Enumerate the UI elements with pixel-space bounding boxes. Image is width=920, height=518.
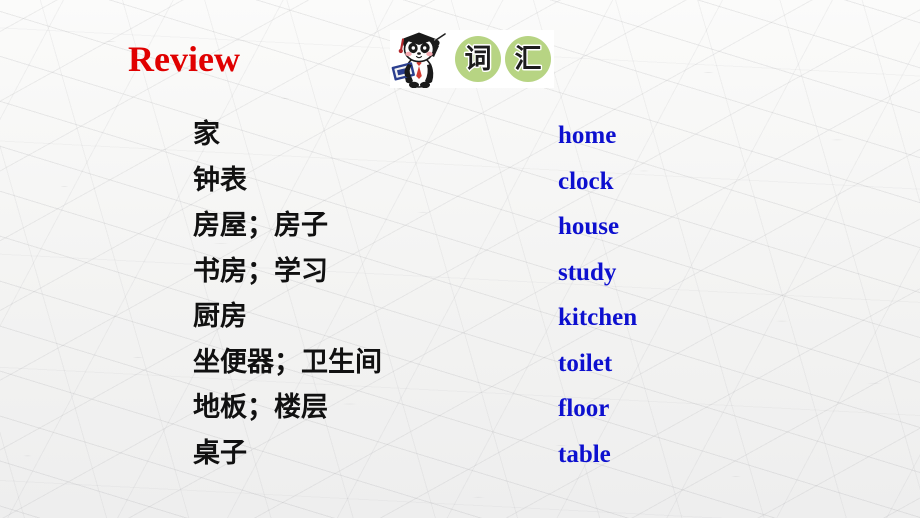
slide-canvas: Review 词 汇 家 home 钟表 clock 房屋；房子 house 书… <box>0 0 920 518</box>
word-row: 书房；学习 study <box>193 255 793 301</box>
word-row: 房屋；房子 house <box>193 209 793 255</box>
word-row: 家 home <box>193 118 793 164</box>
english-word: clock <box>558 167 614 195</box>
vocabulary-graphic: 词 汇 <box>390 30 554 88</box>
panda-teacher-icon <box>391 32 446 88</box>
english-word: study <box>558 258 617 286</box>
english-word: home <box>558 122 617 149</box>
chinese-word: 家 <box>193 119 220 150</box>
chinese-word: 地板；楼层 <box>193 392 328 423</box>
word-row: 厨房 kitchen <box>193 300 793 346</box>
vocabulary-chip-group: 词 汇 <box>455 36 551 82</box>
english-word: house <box>558 213 620 240</box>
word-row: 地板；楼层 floor <box>193 391 793 437</box>
word-row: 桌子 table <box>193 437 793 483</box>
chinese-word: 坐便器；卫生间 <box>193 346 382 378</box>
chinese-word: 书房；学习 <box>193 255 328 287</box>
word-row: 钟表 clock <box>193 164 793 210</box>
chinese-word: 钟表 <box>193 164 247 196</box>
english-word: toilet <box>558 349 613 377</box>
chinese-word: 房屋；房子 <box>193 210 328 241</box>
vocab-chip-char-hui: 汇 <box>513 43 542 75</box>
vocab-chip-char-ci: 词 <box>463 43 492 75</box>
english-word: table <box>558 440 611 468</box>
word-row: 坐便器；卫生间 toilet <box>193 346 793 392</box>
chinese-word: 厨房 <box>193 301 247 332</box>
page-title: Review <box>128 39 240 79</box>
vocabulary-word-list: 家 home 钟表 clock 房屋；房子 house 书房；学习 study … <box>193 118 793 482</box>
vocab-chip-ci: 词 <box>455 36 501 82</box>
english-word: kitchen <box>558 304 638 331</box>
english-word: floor <box>558 395 610 422</box>
vocab-chip-hui: 汇 <box>505 36 551 82</box>
chinese-word: 桌子 <box>193 437 247 469</box>
